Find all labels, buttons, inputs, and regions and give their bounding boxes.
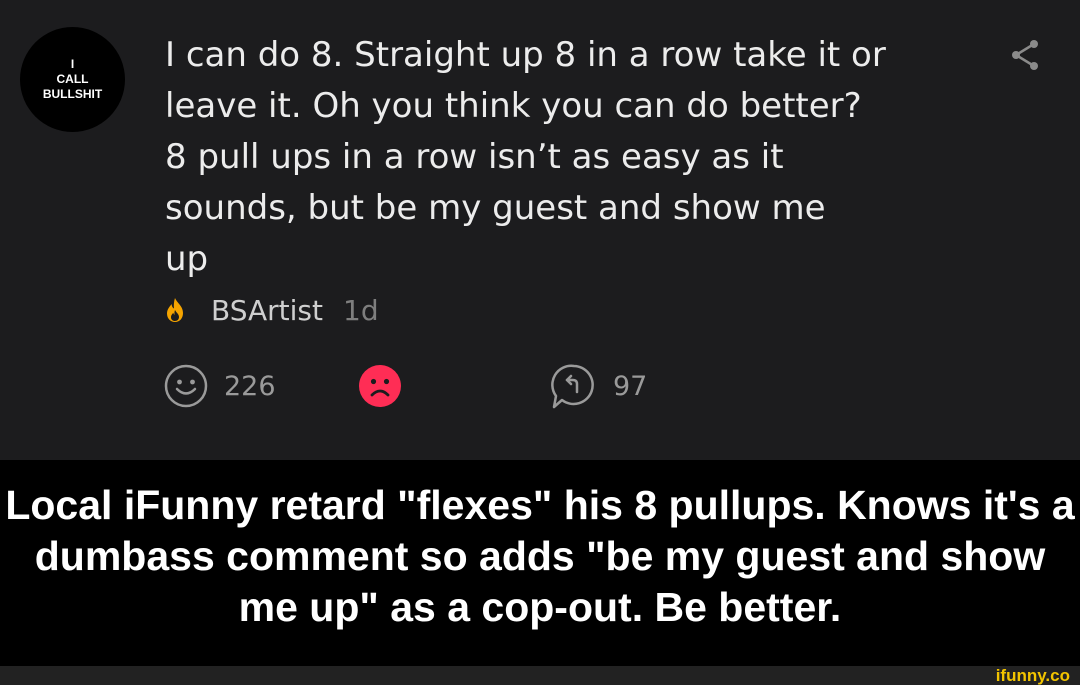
ifunny-watermark: ifunny.co: [995, 666, 1070, 685]
reply-icon: [551, 364, 594, 409]
avatar-text-line-2: CALL: [56, 72, 89, 86]
comment-time: 1d: [343, 293, 379, 327]
sad-face-icon: [359, 365, 401, 407]
comment-text: I can do 8. Straight up 8 in a row take …: [165, 35, 886, 279]
footer-bar: ifunny.co: [0, 666, 1080, 685]
smile-count: 226: [224, 370, 276, 402]
author-name[interactable]: BSArtist: [211, 294, 323, 327]
avatar[interactable]: I CALL BULLSHIT: [20, 27, 125, 132]
reply-count: 97: [613, 370, 648, 402]
smile-button[interactable]: 226: [163, 363, 276, 409]
comment-card: I CALL BULLSHIT I can do 8. Straight up …: [0, 0, 1080, 460]
reply-button[interactable]: 97: [550, 363, 647, 409]
avatar-text-line-1: I: [70, 57, 75, 71]
smile-icon: [164, 364, 208, 408]
avatar-text-line-3: BULLSHIT: [42, 87, 103, 101]
share-icon[interactable]: [1008, 38, 1042, 72]
flame-icon: [164, 297, 186, 323]
unsmile-button[interactable]: [357, 363, 403, 409]
meme-caption: Local iFunny retard "flexes" his 8 pullu…: [5, 482, 1075, 630]
author-row: BSArtist 1d: [164, 292, 379, 328]
